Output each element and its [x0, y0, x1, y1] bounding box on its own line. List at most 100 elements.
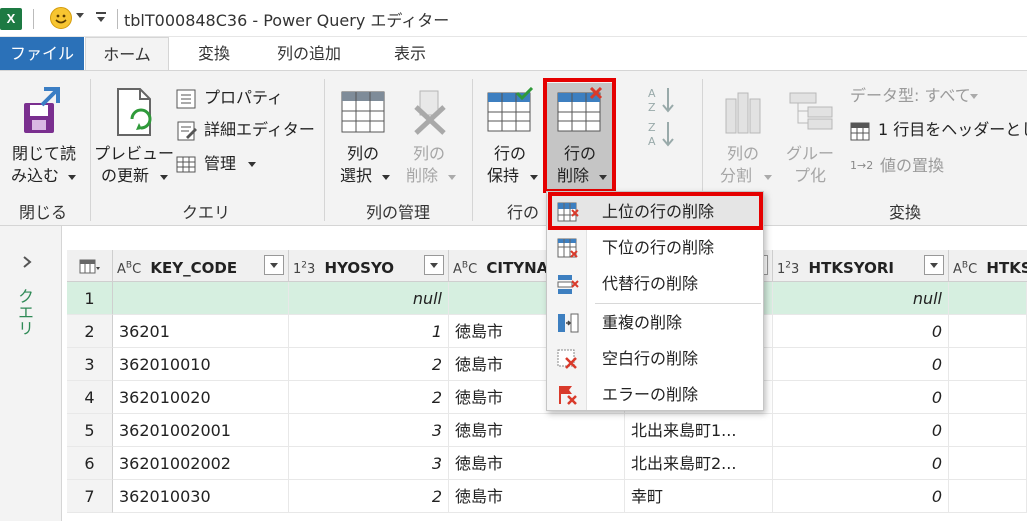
column-filter-button[interactable] — [924, 255, 944, 275]
separator — [33, 9, 34, 29]
properties-label: プロパティ — [204, 88, 284, 107]
menu-divider — [595, 303, 761, 304]
table-cell[interactable]: 362010010 — [113, 348, 289, 381]
data-type-label: データ型: すべて — [850, 86, 971, 105]
table-cell[interactable]: 362010030 — [113, 480, 289, 513]
remove-columns-label-2: 削除 — [405, 166, 438, 185]
row-number: 6 — [67, 447, 113, 480]
sort-descending-icon: ZA — [648, 121, 674, 148]
sort-ascending-button[interactable]: AZ — [646, 85, 680, 115]
table-cell[interactable]: 0 — [773, 414, 949, 447]
table-cell[interactable]: 2 — [289, 348, 449, 381]
data-type-dropdown[interactable]: データ型: すべて — [850, 85, 990, 109]
group-by-button[interactable]: グルー プ化 — [778, 85, 842, 187]
table-cell[interactable] — [949, 315, 1027, 348]
table-cell[interactable] — [949, 414, 1027, 447]
table-cell[interactable]: 36201002002 — [113, 447, 289, 480]
menu-item-remove-alternate-rows[interactable]: 代替行の削除 — [547, 266, 763, 302]
table-cell[interactable]: 0 — [773, 480, 949, 513]
tab-home[interactable]: ホーム — [85, 37, 169, 70]
window-title: tblT000848C36 - Power Query エディター — [124, 11, 450, 30]
table-cell[interactable]: 北出来島町1... — [625, 414, 773, 447]
sort-ascending-icon: AZ — [648, 87, 674, 114]
close-and-load-label-1: 閉じて読 — [11, 144, 76, 163]
use-first-row-as-headers-button[interactable]: 1 行目をヘッダーとし — [850, 119, 1027, 143]
remove-errors-icon — [559, 386, 577, 405]
split-column-button[interactable]: 列の 分割 — [710, 85, 776, 187]
tab-view[interactable]: 表示 — [380, 37, 440, 70]
keep-rows-button[interactable]: 行の 保持 — [478, 85, 542, 187]
select-all-corner[interactable] — [67, 250, 113, 282]
table-cell[interactable]: null — [289, 282, 449, 315]
table-cell[interactable] — [949, 480, 1027, 513]
tab-transform[interactable]: 変換 — [185, 37, 243, 70]
smiley-dropdown-icon[interactable] — [76, 13, 84, 18]
tab-add-column[interactable]: 列の追加 — [262, 37, 356, 70]
expand-chevron-icon[interactable] — [20, 254, 34, 268]
svg-text:Z: Z — [648, 121, 656, 134]
close-and-load-icon — [24, 87, 60, 133]
quick-access-customize-icon[interactable] — [95, 10, 107, 24]
table-cell[interactable]: 362010020 — [113, 381, 289, 414]
table-cell[interactable]: 北出来島町2... — [625, 447, 773, 480]
advanced-editor-button[interactable]: 詳細エディター — [176, 119, 316, 143]
table-cell[interactable]: 36201002001 — [113, 414, 289, 447]
properties-button[interactable]: プロパティ — [176, 87, 306, 111]
row-number: 4 — [67, 381, 113, 414]
table-cell[interactable]: 徳島市 — [449, 447, 625, 480]
choose-columns-label-1: 列の — [346, 144, 379, 163]
group-separator — [472, 79, 473, 221]
table-cell[interactable]: 0 — [773, 315, 949, 348]
excel-icon[interactable]: X — [0, 8, 22, 30]
close-and-load-button[interactable]: 閉じて読 み込む — [6, 85, 82, 187]
smiley-icon[interactable] — [50, 7, 72, 29]
menu-item-label: エラーの削除 — [602, 385, 699, 404]
menu-item-remove-errors[interactable]: エラーの削除 — [547, 377, 763, 413]
manage-button[interactable]: 管理 — [176, 153, 266, 177]
table-cell[interactable]: 2 — [289, 381, 449, 414]
column-header-hyosyo[interactable]: 123 HYOSYO — [289, 250, 449, 282]
menu-item-remove-blank-rows[interactable]: 空白行の削除 — [547, 341, 763, 377]
table-cell[interactable]: 3 — [289, 414, 449, 447]
remove-columns-button[interactable]: 列の 削除 — [398, 85, 460, 187]
choose-columns-button[interactable]: 列の 選択 — [332, 85, 394, 187]
sort-descending-button[interactable]: ZA — [646, 119, 680, 149]
table-cell[interactable] — [949, 447, 1027, 480]
group-label-manage-columns: 列の管理 — [365, 203, 430, 222]
column-header-key-code[interactable]: ABC KEY_CODE — [113, 250, 289, 282]
row-number: 1 — [67, 282, 113, 315]
replace-values-label: 値の置換 — [880, 156, 945, 175]
refresh-preview-button[interactable]: プレビュー の更新 — [94, 85, 174, 187]
table-cell[interactable]: 幸町 — [625, 480, 773, 513]
table-cell[interactable]: 0 — [773, 447, 949, 480]
table-cell[interactable] — [949, 348, 1027, 381]
menu-item-remove-bottom-rows[interactable]: 下位の行の削除 — [547, 230, 763, 266]
table-cell[interactable]: 3 — [289, 447, 449, 480]
column-filter-button[interactable] — [424, 255, 444, 275]
menu-item-remove-duplicates[interactable]: 重複の削除 — [547, 305, 763, 341]
table-row[interactable]: 7 362010030 2 徳島市 幸町 0 — [67, 480, 1027, 513]
table-cell[interactable]: 36201 — [113, 315, 289, 348]
column-header-htks[interactable]: ABC HTKS — [949, 250, 1027, 282]
table-cell[interactable]: 徳島市 — [449, 414, 625, 447]
column-filter-button[interactable] — [264, 255, 284, 275]
table-cell[interactable]: 2 — [289, 480, 449, 513]
table-cell[interactable]: null — [773, 282, 949, 315]
column-header-htksyori[interactable]: 123 HTKSYORI — [773, 250, 949, 282]
table-cell[interactable]: 0 — [773, 381, 949, 414]
table-cell[interactable] — [949, 381, 1027, 414]
table-cell[interactable]: 1 — [289, 315, 449, 348]
table-row[interactable]: 5 36201002001 3 徳島市 北出来島町1... 0 — [67, 414, 1027, 447]
split-column-label-1: 列の — [726, 144, 759, 163]
replace-values-button[interactable]: 1→2 値の置換 — [850, 155, 980, 179]
table-cell[interactable]: 0 — [773, 348, 949, 381]
queries-pane-label[interactable]: クエリ — [12, 288, 36, 336]
remove-rows-highlight — [543, 78, 616, 193]
column-name: HTKSYORI — [808, 259, 894, 278]
table-cell[interactable] — [113, 282, 289, 315]
table-row[interactable]: 6 36201002002 3 徳島市 北出来島町2... 0 — [67, 447, 1027, 480]
menu-item-label: 下位の行の削除 — [602, 238, 715, 257]
tab-file[interactable]: ファイル — [0, 37, 84, 70]
table-cell[interactable] — [949, 282, 1027, 315]
table-cell[interactable]: 徳島市 — [449, 480, 625, 513]
